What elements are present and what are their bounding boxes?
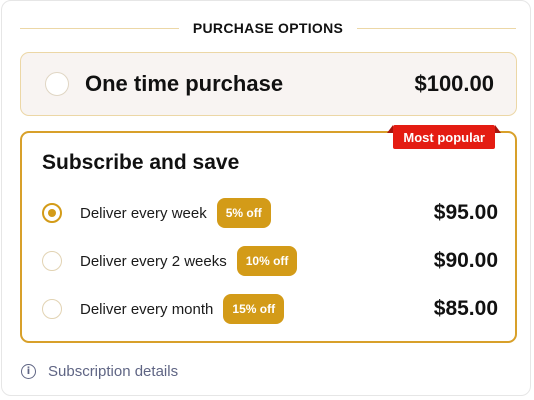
subscription-option-biweekly[interactable]: Deliver every 2 weeks 10% off $90.00	[42, 244, 498, 278]
option-label: Deliver every week	[80, 204, 207, 222]
weekly-radio[interactable]	[42, 203, 62, 223]
option-label: Deliver every 2 weeks	[80, 252, 227, 270]
info-icon: i	[21, 364, 36, 379]
section-title: PURCHASE OPTIONS	[192, 20, 344, 36]
one-time-price: $100.00	[414, 71, 494, 96]
discount-badge: 10% off	[236, 246, 298, 276]
divider-left	[20, 27, 179, 29]
purchase-options-card: PURCHASE OPTIONS One time purchase $100.…	[1, 0, 531, 396]
most-popular-badge: Most popular	[387, 125, 501, 149]
option-price: $85.00	[433, 297, 498, 320]
option-price: $95.00	[433, 201, 498, 224]
subscribe-and-save-panel: Most popular Subscribe and save Deliver …	[20, 125, 517, 343]
biweekly-radio[interactable]	[42, 251, 62, 271]
subscription-details-label: Subscription details	[48, 363, 179, 380]
discount-badge: 5% off	[216, 198, 271, 228]
subscription-details-link[interactable]: i Subscription details	[21, 363, 178, 380]
subscribe-title: Subscribe and save	[42, 151, 240, 174]
subscription-option-weekly[interactable]: Deliver every week 5% off $95.00	[42, 196, 498, 230]
one-time-purchase-option[interactable]: One time purchase $100.00	[20, 52, 517, 116]
monthly-radio[interactable]	[42, 299, 62, 319]
one-time-label: One time purchase	[85, 71, 284, 96]
one-time-radio[interactable]	[45, 72, 69, 96]
option-price: $90.00	[433, 249, 498, 272]
option-label: Deliver every month	[80, 300, 214, 318]
divider-right	[357, 27, 517, 29]
discount-badge: 15% off	[223, 294, 285, 324]
section-header: PURCHASE OPTIONS	[20, 17, 517, 39]
subscription-option-monthly[interactable]: Deliver every month 15% off $85.00	[42, 292, 498, 326]
